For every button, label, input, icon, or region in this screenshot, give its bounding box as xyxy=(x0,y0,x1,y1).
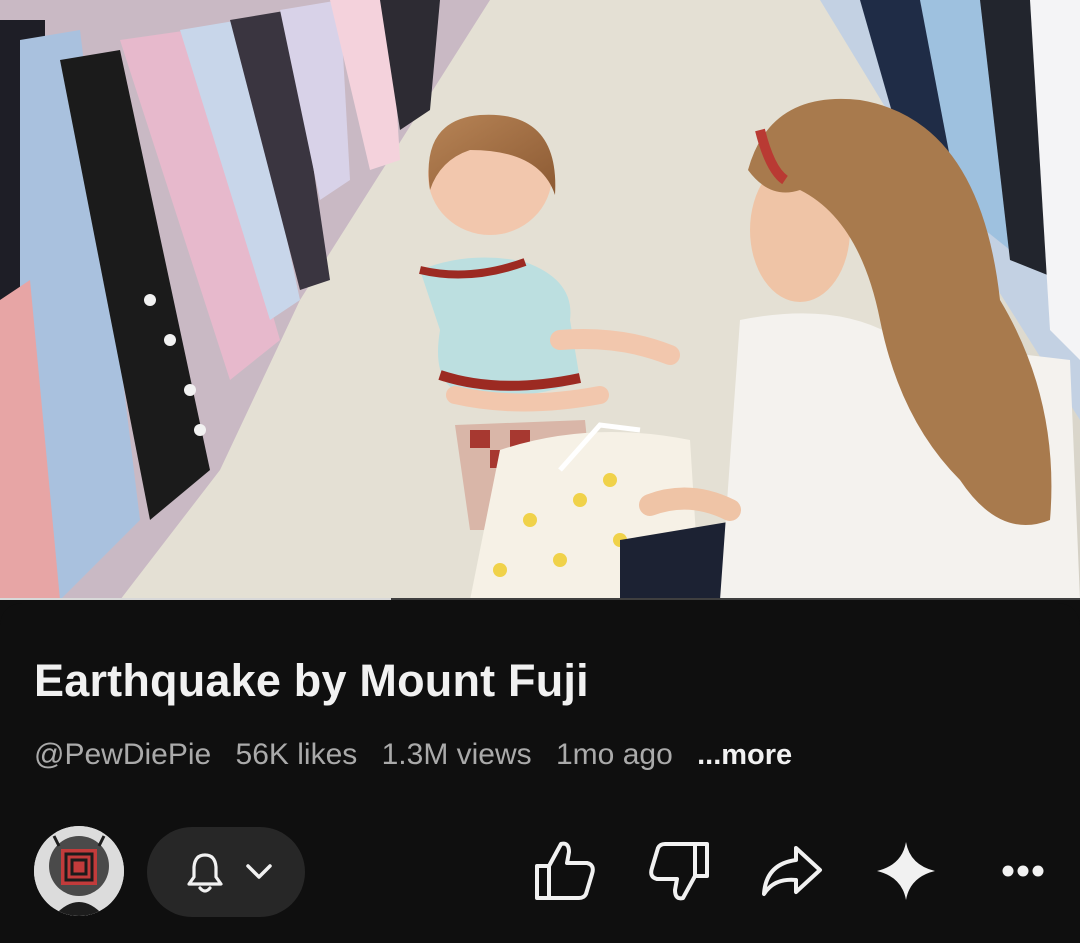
thumbs-down-icon xyxy=(649,842,709,901)
bell-icon xyxy=(187,853,223,893)
upload-age: 1mo ago xyxy=(556,738,673,771)
video-progress-fill xyxy=(0,598,391,600)
channel-avatar[interactable] xyxy=(34,826,124,916)
video-player[interactable] xyxy=(0,0,1080,600)
channel-handle[interactable]: @PewDiePie xyxy=(34,738,211,771)
like-count: 56K likes xyxy=(235,738,358,771)
more-icon xyxy=(1002,865,1044,877)
video-title[interactable]: Earthquake by Mount Fuji xyxy=(34,655,589,707)
video-frame xyxy=(0,0,1080,600)
like-button[interactable] xyxy=(531,836,601,906)
view-count: 1.3M views xyxy=(381,738,532,771)
chevron-down-icon xyxy=(246,864,272,879)
dislike-button[interactable] xyxy=(643,836,713,906)
share-icon xyxy=(762,846,822,896)
avatar-image xyxy=(34,826,124,916)
more-actions-button[interactable] xyxy=(988,836,1058,906)
notification-bell-button[interactable] xyxy=(147,827,305,917)
thumbs-up-icon xyxy=(535,841,595,900)
ask-ai-button[interactable] xyxy=(871,836,941,906)
video-progress-track[interactable] xyxy=(0,598,1080,600)
sparkle-icon xyxy=(877,842,935,900)
video-metadata-row[interactable]: @PewDiePie 56K likes 1.3M views 1mo ago … xyxy=(34,738,792,772)
more-button[interactable]: ...more xyxy=(697,739,792,771)
share-button[interactable] xyxy=(756,836,826,906)
